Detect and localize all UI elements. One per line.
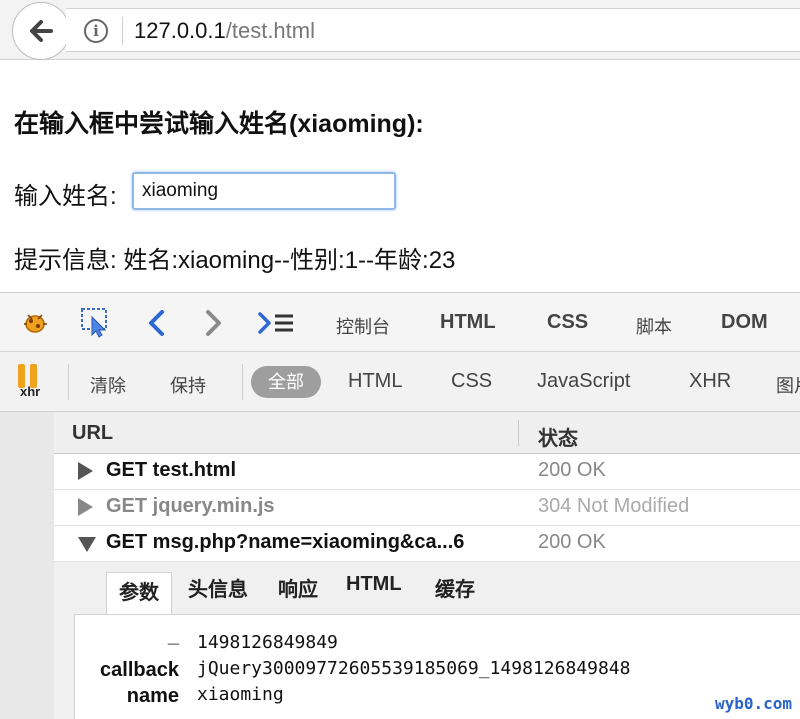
- detail-tab-cache[interactable]: 缓存: [435, 573, 475, 602]
- param-value: jQuery30009772605539185069_1498126849848: [197, 658, 631, 679]
- xhr-breakpoint-icon[interactable]: xhr: [16, 364, 46, 400]
- filter-javascript[interactable]: JavaScript: [537, 370, 630, 393]
- toolbar-divider: [68, 364, 69, 400]
- expand-arrow-icon[interactable]: [78, 498, 93, 516]
- column-url[interactable]: URL: [72, 422, 113, 445]
- url-host: 127.0.0.1: [134, 18, 226, 43]
- page-heading: 在输入框中尝试输入姓名(xiaoming):: [14, 110, 424, 138]
- detail-tab-html[interactable]: HTML: [346, 573, 402, 596]
- back-arrow-icon: [30, 20, 53, 42]
- result-message: 提示信息: 姓名:xiaoming--性别:1--年龄:23: [14, 247, 456, 274]
- info-icon[interactable]: i: [84, 19, 108, 43]
- command-line-icon[interactable]: [258, 311, 296, 335]
- forward-chevron-icon[interactable]: [202, 309, 224, 337]
- detail-tab-headers[interactable]: 头信息: [188, 573, 248, 602]
- firebug-toolbar: 控制台 HTML CSS 脚本 DOM: [0, 292, 800, 352]
- url-text: 127.0.0.1/test.html: [134, 18, 315, 44]
- request-row[interactable]: GET msg.php?name=xiaoming&ca...6 200 OK: [54, 526, 800, 562]
- back-button[interactable]: [12, 2, 70, 60]
- persist-button[interactable]: 保持: [170, 372, 206, 398]
- back-chevron-icon[interactable]: [146, 309, 168, 337]
- request-status: 304 Not Modified: [538, 495, 690, 517]
- param-key: callback: [100, 659, 179, 681]
- request-status: 200 OK: [538, 531, 606, 553]
- toolbar-divider: [242, 364, 243, 400]
- param-value: 1498126849849: [197, 632, 338, 653]
- tab-console[interactable]: 控制台: [336, 313, 390, 339]
- param-key: _: [167, 625, 179, 647]
- detail-tab-response[interactable]: 响应: [278, 573, 318, 602]
- params-table: _ 1498126849849 callback jQuery300097726…: [74, 614, 800, 719]
- url-path: /test.html: [225, 18, 315, 43]
- address-bar[interactable]: i 127.0.0.1/test.html: [66, 8, 800, 52]
- collapse-arrow-icon[interactable]: [78, 537, 96, 552]
- browser-toolbar: i 127.0.0.1/test.html: [0, 0, 800, 60]
- tab-dom[interactable]: DOM: [721, 311, 768, 334]
- firebug-bug-icon[interactable]: [20, 307, 50, 337]
- net-filter-toolbar: xhr 清除 保持 全部 HTML CSS JavaScript XHR 图片: [0, 352, 800, 412]
- tab-script[interactable]: 脚本: [636, 313, 672, 339]
- request-url: GET msg.php?name=xiaoming&ca...6: [106, 531, 465, 553]
- watermark: wyb0.com: [714, 694, 792, 713]
- net-column-header: URL 状态: [54, 412, 800, 454]
- filter-html[interactable]: HTML: [348, 370, 402, 393]
- tab-css[interactable]: CSS: [547, 311, 588, 334]
- name-input-label: 输入姓名:: [14, 183, 117, 210]
- filter-all[interactable]: 全部: [251, 366, 321, 398]
- column-status[interactable]: 状态: [538, 422, 578, 451]
- filter-xhr[interactable]: XHR: [689, 370, 731, 393]
- clear-button[interactable]: 清除: [90, 372, 126, 398]
- filter-images[interactable]: 图片: [776, 372, 800, 398]
- param-value: xiaoming: [197, 684, 284, 705]
- address-bar-divider: [122, 17, 123, 45]
- xhr-icon-label: xhr: [20, 384, 41, 399]
- column-divider[interactable]: [518, 420, 519, 446]
- net-panel-gutter: [0, 412, 54, 719]
- request-url: GET test.html: [106, 459, 237, 481]
- name-input[interactable]: [132, 172, 396, 210]
- detail-tab-params[interactable]: 参数: [106, 572, 172, 614]
- tab-html[interactable]: HTML: [440, 311, 496, 334]
- request-row[interactable]: GET test.html 200 OK: [54, 454, 800, 490]
- request-row[interactable]: GET jquery.min.js 304 Not Modified: [54, 490, 800, 526]
- request-url: GET jquery.min.js: [106, 495, 275, 517]
- expand-arrow-icon[interactable]: [78, 462, 93, 480]
- filter-css[interactable]: CSS: [451, 370, 492, 393]
- param-key: name: [126, 685, 179, 707]
- request-detail-panel: 参数 头信息 响应 HTML 缓存 _ 1498126849849 callba…: [54, 562, 800, 719]
- inspect-element-icon[interactable]: [80, 307, 112, 339]
- request-status: 200 OK: [538, 459, 606, 481]
